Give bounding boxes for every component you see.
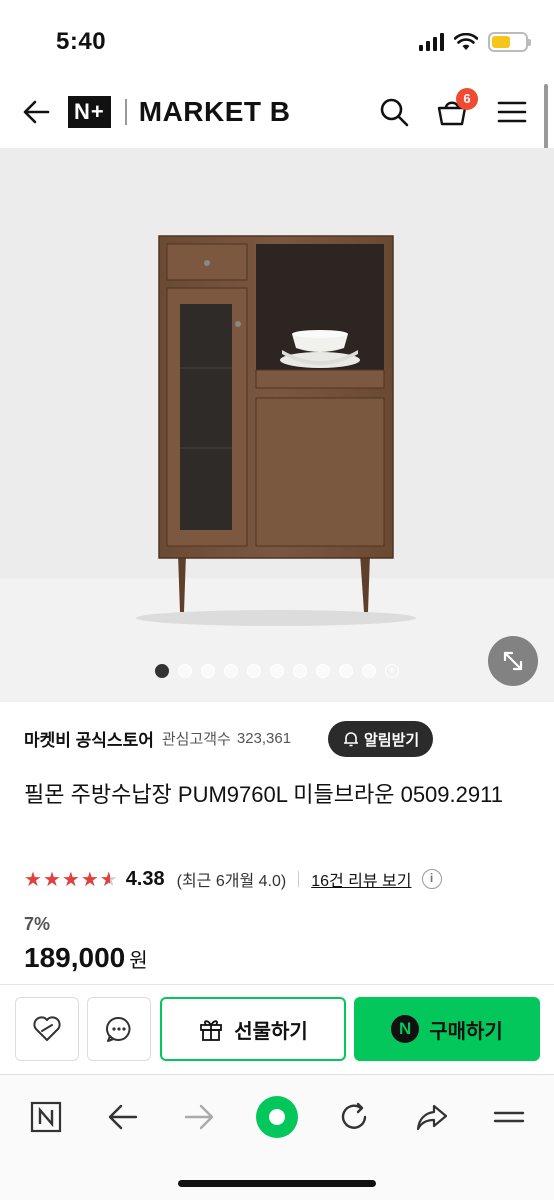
discount-rate: 7% [24,914,51,934]
heart-icon [33,1016,61,1041]
bell-plus-icon [344,732,358,747]
battery-icon [488,32,531,52]
star-icon: ★ [42,868,61,891]
review-link[interactable]: 16건 리뷰 보기 [311,867,411,891]
search-button[interactable] [376,94,412,130]
gallery-dot[interactable] [339,664,353,678]
cart-count-badge: 6 [456,88,478,110]
gallery-dot[interactable] [270,664,284,678]
star-rating: ★ ★ ★ ★ ★ [24,867,118,892]
star-icon: ★ [24,868,42,891]
followers-count: 323,361 [236,729,292,747]
product-title: 필몬 주방수납장 PUM9760L 미들브라운 0509.2911 [24,782,503,807]
naver-home-button[interactable] [24,1095,68,1139]
purchase-action-bar: 선물하기 N 구매하기 [0,984,554,1074]
info-icon[interactable]: i [421,869,442,889]
arrow-left-icon [108,1104,138,1130]
arrow-right-icon [184,1104,214,1130]
app-header: N+ MARKET B 6 [0,80,554,146]
rating-row: ★ ★ ★ ★ ★ 4.38 (최근 6개월 4.0) 16건 리뷰 보기 i [24,864,442,894]
menu-icon [497,101,527,123]
buy-button[interactable]: N 구매하기 [354,997,540,1061]
wishlist-button[interactable] [15,997,79,1061]
scroll-indicator[interactable] [544,84,548,156]
chat-bubble-icon [105,1016,131,1042]
gallery-pagination: + [0,664,554,678]
back-button[interactable] [18,94,54,130]
price: 189,000 원 [24,942,148,974]
green-dot-icon [256,1096,298,1138]
home-indicator[interactable] [178,1180,376,1187]
notify-button[interactable]: 알림받기 [328,721,434,757]
cart-button[interactable]: 6 [434,88,478,130]
cellular-signal-icon [419,33,444,51]
gallery-dot[interactable] [362,664,376,678]
gift-label: 선물하기 [234,1020,308,1043]
share-arrow-icon [416,1104,448,1131]
half-star-icon: ★ [99,868,118,891]
gallery-dot[interactable] [316,664,330,678]
wifi-icon [454,33,478,50]
store-info: 마켓비 공식스토어 관심고객수 323,361 [24,720,291,756]
gallery-dot[interactable] [224,664,238,678]
menu-button[interactable] [494,94,530,130]
market-logo[interactable]: N+ MARKET B [68,96,291,128]
divider [298,871,300,887]
refresh-icon [341,1102,367,1129]
product-image [0,235,554,702]
rating-value: 4.38 [125,867,165,890]
notify-label: 알림받기 [364,731,420,749]
browser-back-button[interactable] [100,1095,144,1139]
star-icon: ★ [61,868,80,891]
buy-label: 구매하기 [429,1020,503,1043]
gift-icon [200,1020,223,1041]
search-icon [380,98,409,127]
followers-label: 관심고객수 [161,730,231,748]
gift-button[interactable]: 선물하기 [160,997,346,1061]
gallery-dot[interactable] [201,664,215,678]
store-name[interactable]: 마켓비 공식스토어 [24,726,154,751]
menu-lines-icon [493,1111,525,1123]
battery-level [492,36,510,48]
gallery-dot[interactable] [178,664,192,678]
green-dot-button[interactable] [255,1095,299,1139]
gallery-more-plus-icon[interactable]: + [385,664,399,678]
browser-menu-button[interactable] [487,1095,531,1139]
logo-divider [124,99,127,125]
status-icons [419,32,531,52]
star-icon: ★ [80,868,99,891]
expand-icon [503,651,523,671]
naver-pay-icon: N [391,1015,420,1043]
price-value: 189,000 [24,942,126,973]
naver-n-icon [30,1101,62,1133]
logo-text: MARKET B [138,96,291,127]
inquiry-button[interactable] [87,997,151,1061]
gallery-dot[interactable] [155,664,169,678]
browser-forward-button[interactable] [178,1095,222,1139]
back-arrow-icon [23,100,50,124]
product-image-gallery[interactable]: + [0,148,554,702]
refresh-button[interactable] [332,1095,376,1139]
zoom-button[interactable] [488,636,538,686]
logo-mark: N+ [68,96,111,128]
price-unit: 원 [129,950,148,972]
rating-recent: (최근 6개월 4.0) [176,873,287,890]
gallery-dot[interactable] [247,664,261,678]
gallery-dot[interactable] [293,664,307,678]
share-button[interactable] [410,1095,454,1139]
status-bar: 5:40 [0,0,554,80]
status-time: 5:40 [56,28,107,55]
